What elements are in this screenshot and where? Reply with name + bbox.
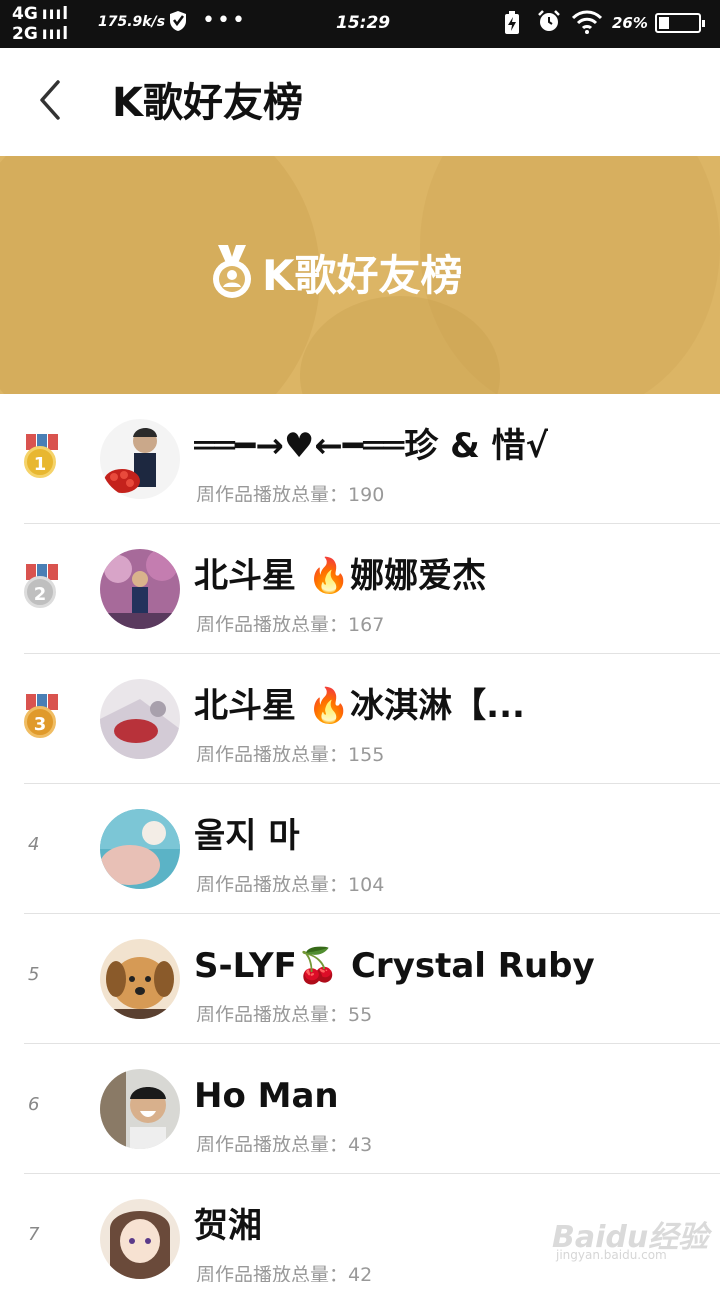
avatar[interactable]: [100, 809, 180, 889]
play-count-label: 周作品播放总量：: [196, 1134, 349, 1152]
play-count-value: 104: [348, 874, 385, 892]
play-count-label: 周作品播放总量：: [196, 1004, 349, 1022]
rank-number: 3: [24, 706, 56, 738]
play-count-value: 155: [348, 744, 385, 762]
wifi-icon: [571, 10, 603, 40]
leaderboard-row[interactable]: 1 ══━→♥←━══珍 & 惜√ 周作品播放总量：190: [0, 394, 720, 524]
avatar[interactable]: [100, 419, 180, 499]
battery-nub: [702, 20, 705, 27]
charging-icon: [504, 11, 520, 40]
rank-number: 6: [28, 1094, 40, 1115]
medal-icon: [213, 245, 251, 298]
play-count-label: 周作品播放总量：: [196, 744, 349, 762]
play-count-value: 167: [348, 614, 385, 632]
play-count-value: 42: [348, 1264, 373, 1282]
avatar[interactable]: [100, 679, 180, 759]
status-bar: 4G ıııl 2G ıııl 175.9k/s ••• 15:29 26%: [0, 0, 720, 48]
more-dots-icon: •••: [202, 8, 247, 33]
leaderboard-row[interactable]: 2 北斗星 🔥娜娜爱杰 周作品播放总量：167: [0, 524, 720, 654]
avatar[interactable]: [100, 1069, 180, 1149]
user-name: ══━→♥←━══珍 & 惜√: [194, 426, 549, 466]
play-count: 周作品播放总量：104: [196, 872, 384, 892]
chevron-left-icon: [40, 80, 60, 120]
play-count: 周作品播放总量：42: [196, 1262, 372, 1282]
page-title: K歌好友榜: [112, 80, 303, 126]
play-count-label: 周作品播放总量：: [196, 1264, 349, 1282]
rank-number: 5: [28, 964, 40, 985]
user-name: S-LYF🍒 Crystal Ruby: [194, 946, 595, 986]
banner-title: K歌好友榜: [262, 250, 463, 300]
rank-number: 7: [28, 1224, 40, 1245]
clock: 15:29: [336, 13, 391, 33]
play-count: 周作品播放总量：43: [196, 1132, 372, 1152]
rank-number: 4: [28, 834, 40, 855]
rank-number: 2: [24, 576, 56, 608]
leaderboard-row[interactable]: 5 S-LYF🍒 Crystal Ruby 周作品播放总量：55: [0, 914, 720, 1044]
gold-medal-icon: 1: [22, 434, 62, 484]
user-name: 贺湘: [194, 1206, 262, 1246]
header: K歌好友榜: [0, 48, 720, 156]
network-indicator: 4G ıııl 2G ıııl: [12, 4, 69, 44]
leaderboard-row[interactable]: 6 Ho Man 周作品播放总量：43: [0, 1044, 720, 1174]
avatar[interactable]: [100, 549, 180, 629]
network-type-1: 4G: [12, 4, 38, 24]
avatar[interactable]: [100, 939, 180, 1019]
rank-number: 1: [24, 446, 56, 478]
shield-icon: [168, 10, 188, 37]
battery-percent: 26%: [612, 14, 648, 32]
silver-medal-icon: 2: [22, 564, 62, 614]
play-count-label: 周作品播放总量：: [196, 484, 349, 502]
user-name: 北斗星 🔥娜娜爱杰: [194, 556, 487, 596]
play-count-label: 周作品播放总量：: [196, 614, 349, 632]
back-button[interactable]: [30, 70, 90, 130]
banner-heading: K歌好友榜: [208, 242, 463, 302]
user-name: 北斗星 🔥冰淇淋【...: [194, 686, 525, 726]
play-count: 周作品播放总量：167: [196, 612, 384, 632]
alarm-icon: [537, 9, 561, 39]
battery-fill: [659, 17, 669, 29]
leaderboard-list: 1 ══━→♥←━══珍 & 惜√ 周作品播放总量：190 2 北斗星 🔥娜娜爱…: [0, 394, 720, 1304]
battery-icon: [655, 13, 705, 33]
play-count: 周作品播放总量：55: [196, 1002, 372, 1022]
play-count-value: 55: [348, 1004, 373, 1022]
play-count: 周作品播放总量：190: [196, 482, 384, 502]
user-name: 울지 마: [194, 816, 300, 856]
play-count-value: 43: [348, 1134, 373, 1152]
watermark-url: jingyan.baidu.com: [556, 1248, 667, 1262]
bronze-medal-icon: 3: [22, 694, 62, 744]
banner: K歌好友榜: [0, 156, 720, 394]
play-count: 周作品播放总量：155: [196, 742, 384, 762]
play-count-label: 周作品播放总量：: [196, 874, 349, 892]
avatar[interactable]: [100, 1199, 180, 1279]
leaderboard-row[interactable]: 3 北斗星 🔥冰淇淋【... 周作品播放总量：155: [0, 654, 720, 784]
signal-bars-1: ıııl: [41, 4, 70, 24]
user-name: Ho Man: [194, 1076, 339, 1116]
leaderboard-row[interactable]: 4 울지 마 周作品播放总量：104: [0, 784, 720, 914]
play-count-value: 190: [348, 484, 385, 502]
network-type-2: 2G: [12, 24, 38, 44]
signal-bars-2: ıııl: [41, 24, 70, 44]
network-speed: 175.9k/s: [98, 14, 166, 30]
